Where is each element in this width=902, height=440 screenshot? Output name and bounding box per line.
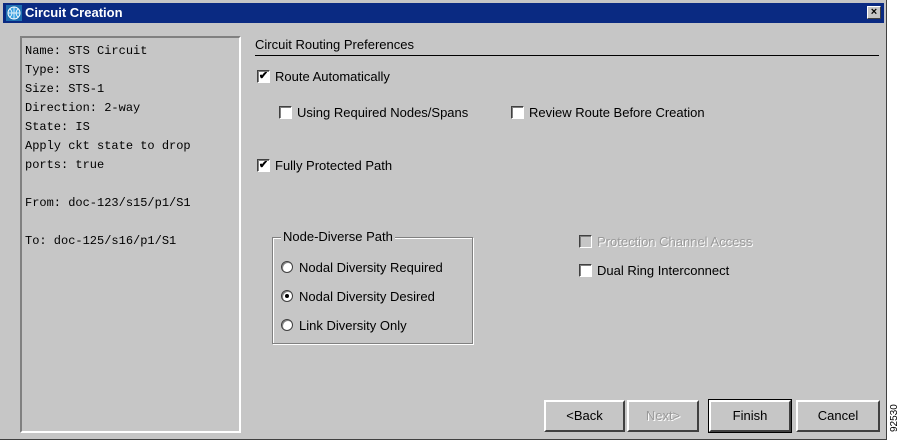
figure-id-label: 92530 [889,404,900,432]
summary-line [25,175,239,194]
radio-dot[interactable] [281,261,293,273]
using-required-nodes-checkbox[interactable]: Using Required Nodes/Spans [279,103,468,121]
summary-line: Direction: 2-way [25,101,141,115]
checkbox-label: Review Route Before Creation [529,104,705,120]
back-button[interactable]: <Back [544,400,625,432]
section-title: Circuit Routing Preferences [255,37,414,52]
checkbox-box [579,234,592,248]
window-title: Circuit Creation [25,5,123,20]
review-route-checkbox[interactable]: Review Route Before Creation [511,103,705,121]
fully-protected-path-checkbox[interactable]: ✔ Fully Protected Path [257,156,392,174]
checkbox-label: Protection Channel Access [597,233,753,249]
checkbox-box[interactable] [279,105,292,119]
dual-ring-interconnect-checkbox[interactable]: Dual Ring Interconnect [579,261,729,279]
checkbox-label: Fully Protected Path [275,157,393,173]
finish-button[interactable]: Finish [708,399,792,433]
summary-line: ports: true [25,158,105,172]
group-title: Node-Diverse Path [281,229,395,245]
circuit-creation-dialog: Circuit Creation × Name: STS Circuit Typ… [0,0,887,440]
app-globe-icon [6,5,22,21]
next-button: Next> [627,400,699,432]
radio-label: Link Diversity Only [299,317,407,333]
checkbox-box[interactable]: ✔ [257,69,270,83]
cancel-button[interactable]: Cancel [796,400,880,432]
checkbox-box[interactable] [511,105,524,119]
route-automatically-checkbox[interactable]: ✔ Route Automatically [257,67,390,85]
nodal-diversity-desired-radio[interactable]: Nodal Diversity Desired [281,287,435,305]
protection-channel-access-checkbox: Protection Channel Access [579,232,752,250]
radio-dot[interactable] [281,319,293,331]
summary-line: From: doc-123/s15/p1/S1 [25,196,191,210]
radio-dot[interactable] [281,290,293,302]
checkbox-box[interactable] [579,263,592,277]
radio-label: Nodal Diversity Desired [299,288,435,304]
radio-label: Nodal Diversity Required [299,259,443,275]
checkbox-label: Route Automatically [275,68,390,84]
summary-line: Type: STS [25,63,90,77]
summary-line: To: doc-125/s16/p1/S1 [25,234,177,248]
summary-line: Size: STS-1 [25,82,105,96]
summary-line [25,213,239,232]
summary-line: State: IS [25,120,90,134]
checkbox-label: Using Required Nodes/Spans [297,104,469,120]
close-icon[interactable]: × [867,6,881,19]
nodal-diversity-required-radio[interactable]: Nodal Diversity Required [281,258,443,276]
title-bar[interactable]: Circuit Creation × [3,3,884,23]
checkbox-label: Dual Ring Interconnect [597,262,730,278]
circuit-summary-panel: Name: STS Circuit Type: STS Size: STS-1 … [20,36,241,433]
link-diversity-only-radio[interactable]: Link Diversity Only [281,316,407,334]
summary-line: Name: STS Circuit [25,44,148,58]
section-divider [255,55,879,56]
checkbox-box[interactable]: ✔ [257,158,270,172]
summary-line: Apply ckt state to drop [25,139,191,153]
